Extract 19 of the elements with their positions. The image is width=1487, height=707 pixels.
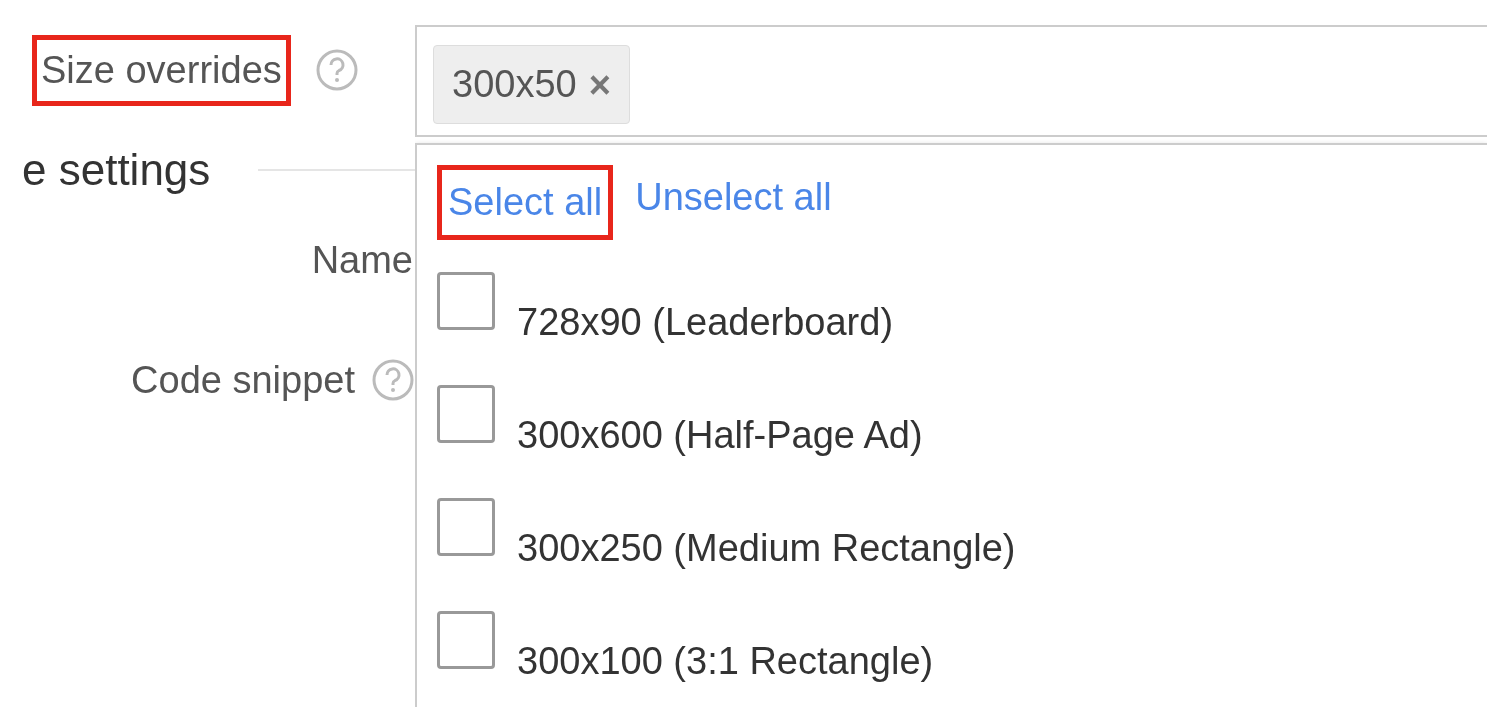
select-link[interactable]: Select all: [437, 165, 614, 240]
remove-tag-icon[interactable]: ×: [588, 65, 611, 104]
tag-label: 300x50: [452, 62, 577, 107]
option-label: 300x250 (Medium Rectangle): [517, 526, 1016, 571]
checkbox[interactable]: [437, 498, 495, 556]
tag-input-field[interactable]: 300x50 ×: [415, 25, 1487, 137]
checkbox[interactable]: [437, 272, 495, 330]
field-label: Name: [311, 237, 413, 283]
field-label: Code snippet: [131, 357, 355, 403]
option-label: 300x100 (3:1 Rectangle): [517, 639, 934, 684]
checkbox[interactable]: [437, 611, 495, 669]
field-label: Size overrides: [32, 34, 291, 106]
help-icon[interactable]: [371, 358, 415, 402]
checkbox[interactable]: [437, 385, 495, 443]
select-link[interactable]: Unselect all: [629, 165, 838, 240]
section-heading: e settings: [22, 144, 211, 196]
option-label: 300x600 (Half-Page Ad): [517, 413, 923, 458]
help-icon[interactable]: [314, 48, 359, 92]
option-label: 728x90 (Leaderboard): [517, 300, 894, 345]
